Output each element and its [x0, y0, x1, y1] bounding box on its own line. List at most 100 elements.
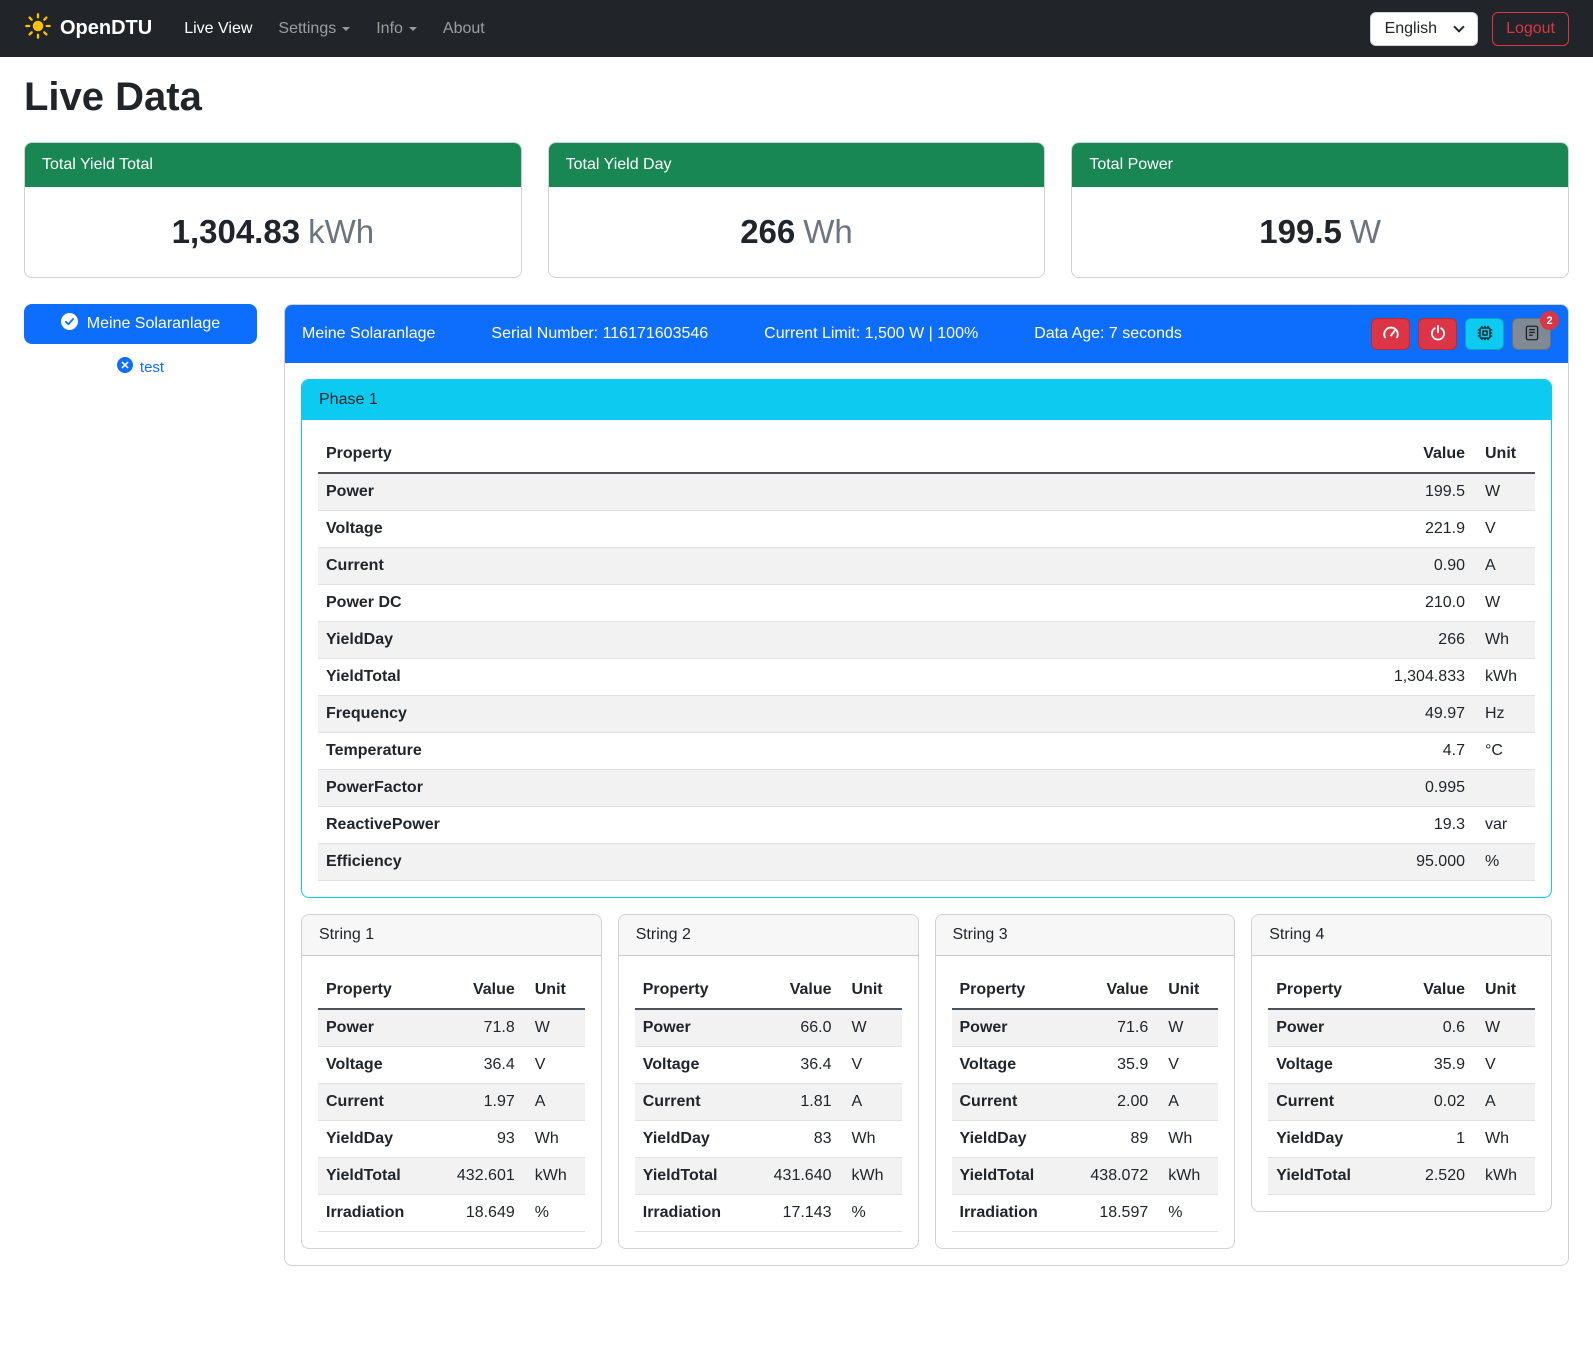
table-header-row: Property Value Unit [952, 972, 1219, 1009]
nav-links: Live View Settings Info About [174, 12, 495, 46]
inverter-select-button-active[interactable]: Meine Solaranlage [24, 304, 257, 344]
unit-cell: Wh [1479, 622, 1535, 659]
unit-cell: % [846, 1195, 902, 1232]
string-card-3: String 3 Property Value Unit [935, 914, 1236, 1249]
table-row: Voltage35.9V [1268, 1047, 1535, 1084]
total-yield-day-card: Total Yield Day 266Wh [548, 142, 1046, 278]
string-table-body: Power71.8WVoltage36.4VCurrent1.97AYieldD… [318, 1009, 585, 1232]
card-title: Total Power [1072, 143, 1568, 187]
col-property: Property [635, 972, 766, 1009]
page: OpenDTU Live View Settings Info About En… [0, 0, 1593, 1359]
unit-cell: A [1479, 548, 1535, 585]
property-cell: YieldTotal [318, 1158, 449, 1195]
value-cell: 0.02 [1415, 1084, 1479, 1121]
string-table: Property Value Unit Power71.8WVoltage36.… [318, 972, 585, 1232]
brand-link[interactable]: OpenDTU [24, 12, 152, 46]
value-cell: 89 [1082, 1121, 1162, 1158]
nav-settings[interactable]: Settings [268, 12, 360, 46]
table-row: PowerFactor0.995 [318, 770, 1535, 807]
content: Meine Solaranlage test Meine Solaranlage… [24, 304, 1569, 1266]
inverter-select-button-inactive[interactable]: test [24, 357, 257, 377]
language-value: English [1385, 20, 1437, 38]
unit-cell: V [1162, 1047, 1218, 1084]
value-cell: 18.649 [449, 1195, 529, 1232]
inverter-header: Meine Solaranlage Serial Number: 1161716… [285, 305, 1568, 363]
event-log-button[interactable]: 2 [1512, 318, 1551, 350]
table-row: YieldTotal2.520kWh [1268, 1158, 1535, 1195]
table-row: Frequency49.97Hz [318, 696, 1535, 733]
phase-table: Property Value Unit Power199.5WVoltage22… [318, 436, 1535, 881]
table-header-row: Property Value Unit [1268, 972, 1535, 1009]
unit-cell: W [1479, 473, 1535, 511]
inverter-select-label: test [140, 359, 164, 376]
inverter-data-age: Data Age: 7 seconds [1034, 325, 1182, 343]
table-row: Voltage36.4V [318, 1047, 585, 1084]
value-cell: 210.0 [1386, 585, 1479, 622]
col-unit: Unit [846, 972, 902, 1009]
property-cell: Voltage [318, 1047, 449, 1084]
property-cell: Current [1268, 1084, 1415, 1121]
value-cell: 36.4 [449, 1047, 529, 1084]
brand-title: OpenDTU [60, 17, 152, 40]
table-row: ReactivePower19.3var [318, 807, 1535, 844]
table-row: YieldDay266Wh [318, 622, 1535, 659]
string-table-body: Power0.6WVoltage35.9VCurrent0.02AYieldDa… [1268, 1009, 1535, 1195]
table-row: Irradiation18.597% [952, 1195, 1219, 1232]
property-cell: Voltage [1268, 1047, 1415, 1084]
unit-cell: V [1479, 511, 1535, 548]
value-cell: 0.90 [1386, 548, 1479, 585]
unit-cell: Hz [1479, 696, 1535, 733]
unit-cell: kWh [1479, 1158, 1535, 1195]
strings-row: String 1 Property Value Unit [301, 914, 1552, 1249]
power-toggle-button[interactable] [1418, 318, 1457, 350]
value-cell: 35.9 [1082, 1047, 1162, 1084]
value-cell: 71.8 [449, 1009, 529, 1047]
nav-about[interactable]: About [433, 12, 495, 46]
inverter-serial: Serial Number: 116171603546 [491, 325, 708, 343]
col-property: Property [952, 972, 1083, 1009]
nav-info[interactable]: Info [366, 12, 427, 46]
property-cell: YieldDay [318, 622, 1386, 659]
property-cell: Current [318, 548, 1386, 585]
sun-icon [24, 12, 52, 46]
value-cell: 4.7 [1386, 733, 1479, 770]
value-cell: 2.00 [1082, 1084, 1162, 1121]
device-info-button[interactable] [1465, 318, 1504, 350]
value-cell: 17.143 [766, 1195, 846, 1232]
unit-cell: Wh [1479, 1121, 1535, 1158]
col-value: Value [1082, 972, 1162, 1009]
string-title: String 2 [619, 915, 918, 956]
unit-cell: °C [1479, 733, 1535, 770]
col-unit: Unit [529, 972, 585, 1009]
unit-cell: V [846, 1047, 902, 1084]
property-cell: YieldTotal [318, 659, 1386, 696]
property-cell: Power [318, 1009, 449, 1047]
property-cell: Voltage [318, 511, 1386, 548]
col-value: Value [449, 972, 529, 1009]
unit-cell: W [1162, 1009, 1218, 1047]
value-cell: 221.9 [1386, 511, 1479, 548]
card-value: 1,304.83kWh [25, 187, 521, 277]
nav-live-view[interactable]: Live View [174, 12, 262, 46]
table-row: Irradiation17.143% [635, 1195, 902, 1232]
logout-button[interactable]: Logout [1492, 12, 1569, 46]
property-cell: Irradiation [952, 1195, 1083, 1232]
unit-cell: A [529, 1084, 585, 1121]
language-select[interactable]: English [1370, 12, 1478, 46]
inverter-card: Meine Solaranlage Serial Number: 1161716… [284, 304, 1569, 1266]
unit-cell: Wh [1162, 1121, 1218, 1158]
inverter-select-label: Meine Solaranlage [87, 315, 220, 333]
phase-body: Property Value Unit Power199.5WVoltage22… [302, 420, 1551, 897]
col-value: Value [766, 972, 846, 1009]
inverter-actions: 2 [1371, 318, 1551, 350]
property-cell: Irradiation [318, 1195, 449, 1232]
unit-cell: kWh [529, 1158, 585, 1195]
property-cell: PowerFactor [318, 770, 1386, 807]
limit-settings-button[interactable] [1371, 318, 1410, 350]
property-cell: Current [952, 1084, 1083, 1121]
table-header-row: Property Value Unit [318, 972, 585, 1009]
unit-cell: kWh [846, 1158, 902, 1195]
property-cell: Power [635, 1009, 766, 1047]
table-row: Power DC210.0W [318, 585, 1535, 622]
property-cell: Power [1268, 1009, 1415, 1047]
